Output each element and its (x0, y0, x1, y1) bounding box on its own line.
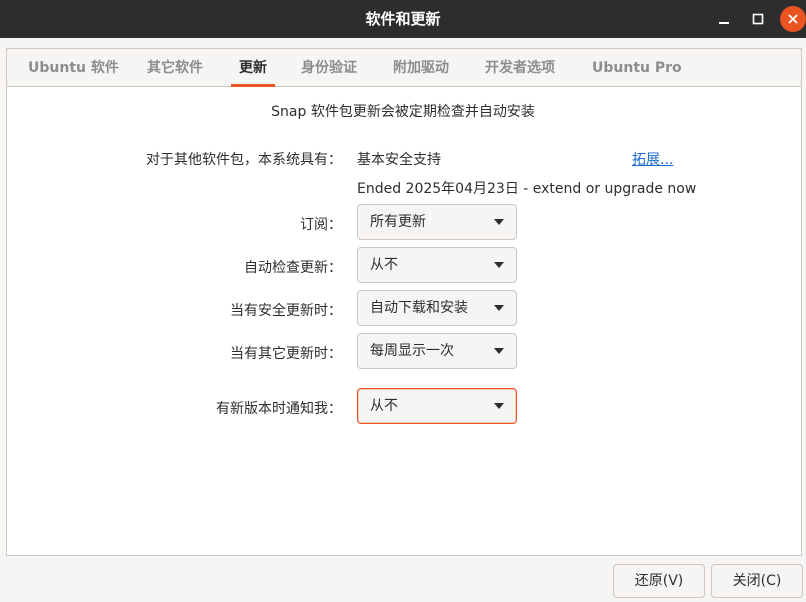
dropdown-arrow-icon (494, 305, 504, 311)
close-button[interactable]: 关闭(C) (711, 564, 803, 598)
maximize-icon (752, 13, 764, 25)
support-status-text: Ended 2025年04月23日 - extend or upgrade no… (357, 181, 697, 197)
support-value: 基本安全支持 (357, 152, 441, 168)
tab-other-software[interactable]: 其它软件 (147, 49, 203, 86)
dropdown-arrow-icon (494, 403, 504, 409)
minimize-icon (719, 22, 729, 24)
revert-button[interactable]: 还原(V) (613, 564, 705, 598)
other-updates-dropdown[interactable]: 每周显示一次 (357, 333, 517, 369)
security-updates-value: 自动下载和安装 (370, 300, 468, 316)
tab-additional-drivers[interactable]: 附加驱动 (393, 49, 449, 86)
dropdown-arrow-icon (494, 219, 504, 225)
security-updates-label: 当有安全更新时： (230, 303, 342, 319)
dropdown-arrow-icon (494, 348, 504, 354)
notify-dropdown[interactable]: 从不 (357, 388, 517, 424)
security-updates-dropdown[interactable]: 自动下载和安装 (357, 290, 517, 326)
tab-ubuntu-software[interactable]: Ubuntu 软件 (28, 49, 119, 86)
titlebar: 软件和更新 (0, 0, 806, 38)
subscribe-value: 所有更新 (370, 214, 426, 230)
auto-check-value: 从不 (370, 257, 398, 273)
subscribe-dropdown[interactable]: 所有更新 (357, 204, 517, 240)
tab-bar: Ubuntu 软件 其它软件 更新 身份验证 附加驱动 开发者选项 Ubuntu… (7, 49, 801, 87)
notify-label: 有新版本时通知我： (216, 401, 342, 417)
close-window-button[interactable] (780, 6, 806, 32)
close-icon (788, 14, 798, 24)
auto-check-label: 自动检查更新： (244, 260, 342, 276)
subscribe-label: 订阅： (300, 217, 342, 233)
other-updates-label: 当有其它更新时： (230, 346, 342, 362)
snap-note: Snap 软件包更新会被定期检查并自动安装 (271, 104, 535, 120)
auto-check-dropdown[interactable]: 从不 (357, 247, 517, 283)
minimize-button[interactable] (711, 6, 737, 32)
window-title: 软件和更新 (365, 10, 441, 28)
maximize-button[interactable] (745, 6, 771, 32)
other-updates-value: 每周显示一次 (370, 343, 454, 359)
tab-updates[interactable]: 更新 (231, 49, 275, 87)
expand-link[interactable]: 拓展... (632, 149, 673, 169)
tab-developer-options[interactable]: 开发者选项 (485, 49, 555, 86)
tab-ubuntu-pro[interactable]: Ubuntu Pro (592, 49, 682, 86)
tab-authentication[interactable]: 身份验证 (301, 49, 357, 86)
notify-value: 从不 (370, 398, 398, 414)
other-packages-label: 对于其他软件包，本系统具有： (146, 152, 342, 168)
dropdown-arrow-icon (494, 262, 504, 268)
